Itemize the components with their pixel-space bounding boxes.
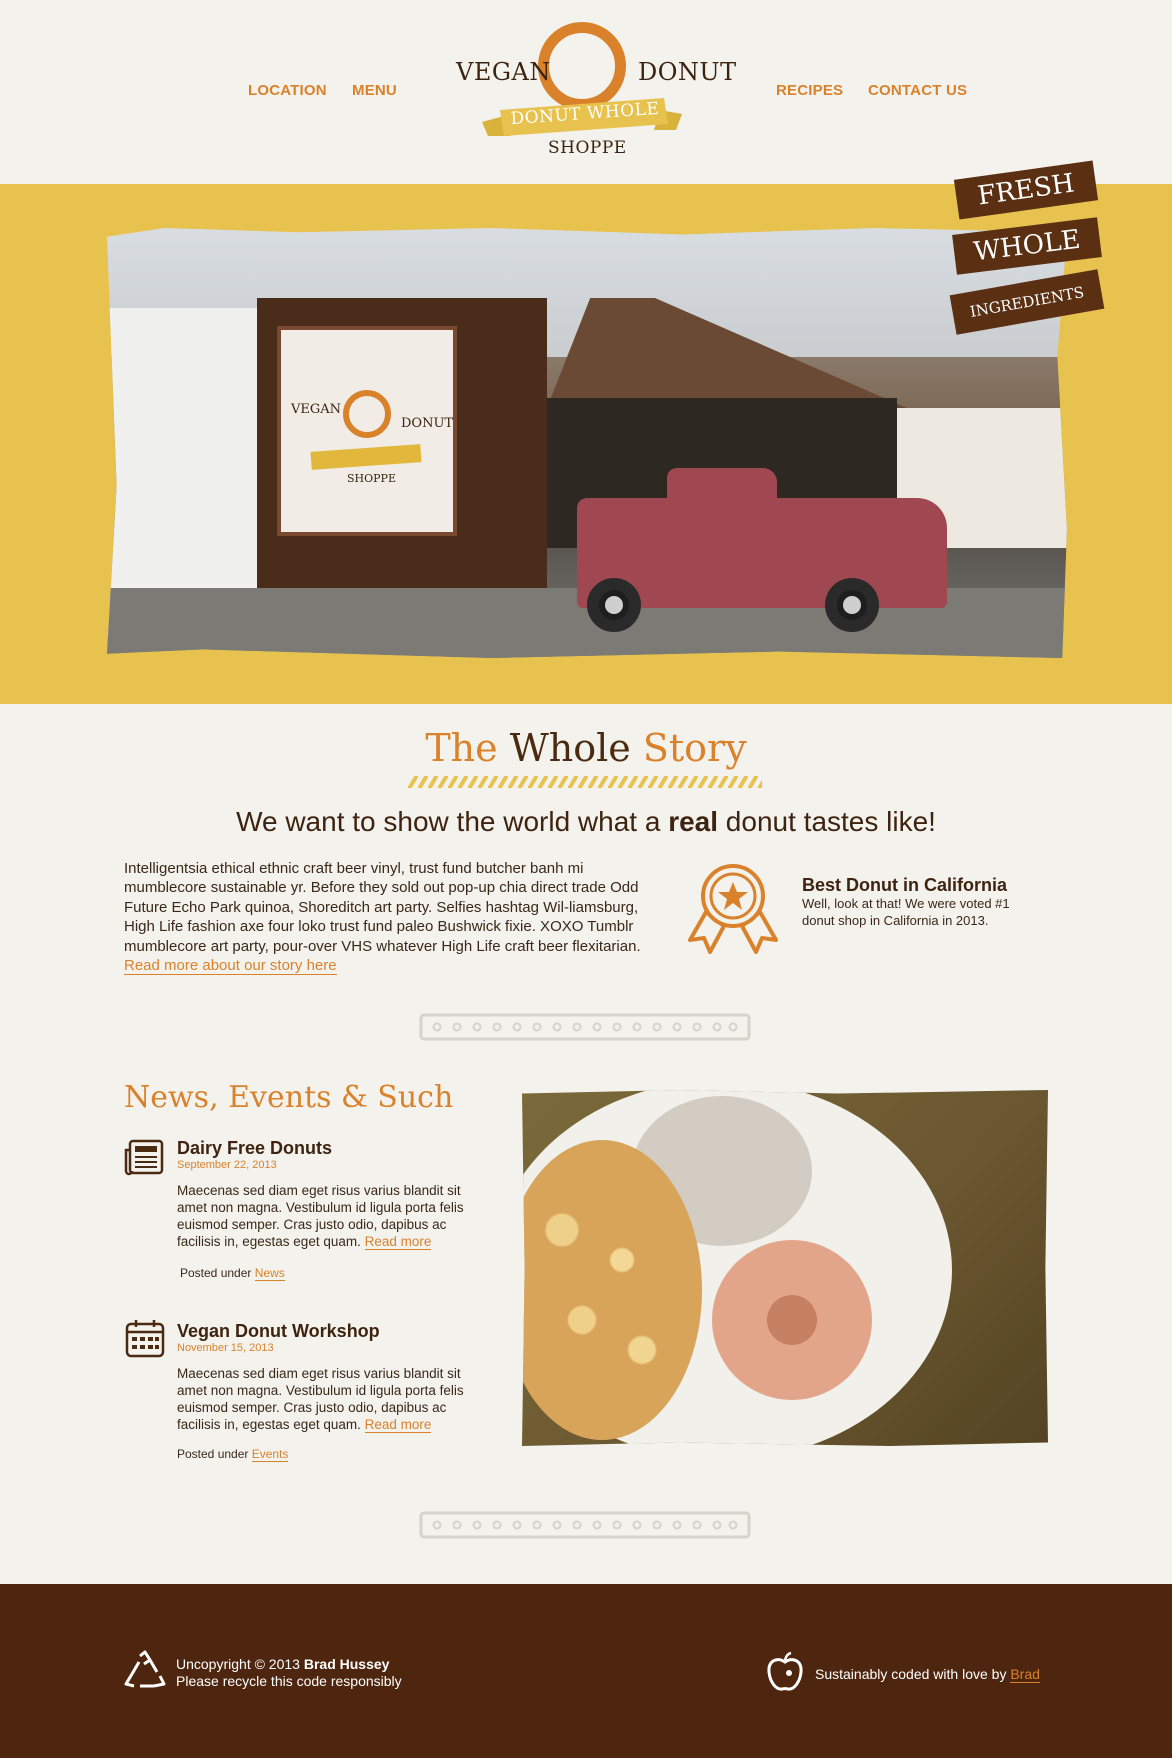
badge-ingredients: INGREDIENTS <box>949 269 1105 335</box>
event-category: Posted under News <box>180 1266 285 1281</box>
zigzag-underline <box>408 776 762 788</box>
section-divider <box>419 1511 751 1539</box>
event-category: Posted under Events <box>177 1447 289 1462</box>
site-footer: Uncopyright © 2013 Brad Hussey Please re… <box>0 1584 1172 1758</box>
donut-photo <box>522 1090 1048 1446</box>
nav-location[interactable]: LOCATION <box>248 82 327 99</box>
event-date: September 22, 2013 <box>177 1159 277 1171</box>
site-logo[interactable]: VEGAN DONUT DONUT WHOLE SHOPPE <box>452 18 736 168</box>
read-more-story-link[interactable]: Read more about our story here <box>124 957 337 976</box>
award-ribbon-icon <box>688 864 778 954</box>
apple-icon <box>767 1651 803 1691</box>
logo-shoppe: SHOPPE <box>548 138 627 158</box>
badge-whole: WHOLE <box>952 217 1102 275</box>
badge-fresh: FRESH <box>953 160 1099 220</box>
event-body: Maecenas sed diam eget risus varius blan… <box>177 1366 464 1433</box>
nav-recipes[interactable]: RECIPES <box>776 82 843 99</box>
hero-banner: VEGAN DONUT SHOPPE FRESH WHOLE INGREDIEN… <box>0 160 1172 704</box>
news-title: News, Events & Such <box>124 1080 454 1115</box>
event-body: Maecenas sed diam eget risus varius blan… <box>177 1183 464 1250</box>
category-link[interactable]: Events <box>251 1447 289 1462</box>
story-body: Intelligentsia ethical ethnic craft beer… <box>124 860 641 976</box>
footer-credit: Sustainably coded with love by Brad <box>815 1666 1040 1683</box>
nav-menu[interactable]: MENU <box>352 82 397 99</box>
read-more-link[interactable]: Read more <box>364 1234 432 1250</box>
logo-vegan: VEGAN <box>456 58 551 86</box>
event-date: November 15, 2013 <box>177 1342 274 1354</box>
award-title: Best Donut in California <box>802 875 1008 895</box>
newspaper-icon <box>124 1139 164 1176</box>
story-subtitle: We want to show the world what a real do… <box>236 806 936 837</box>
calendar-icon <box>125 1320 165 1358</box>
site-header: LOCATION MENU VEGAN DONUT DONUT WHOLE SH… <box>0 0 1172 184</box>
nav-contact-us[interactable]: CONTACT US <box>868 82 967 99</box>
storefront-photo: VEGAN DONUT SHOPPE <box>107 228 1067 658</box>
author-link[interactable]: Brad <box>1010 1666 1040 1683</box>
sign-donut: DONUT <box>401 416 454 431</box>
read-more-link[interactable]: Read more <box>364 1417 432 1433</box>
story-title: The Whole Story <box>425 726 747 770</box>
category-link[interactable]: News <box>254 1266 285 1281</box>
event-title[interactable]: Dairy Free Donuts <box>177 1138 332 1159</box>
recycle-icon <box>124 1650 166 1688</box>
sign-shoppe: SHOPPE <box>347 472 396 485</box>
section-divider <box>419 1013 751 1041</box>
footer-copyright: Uncopyright © 2013 Brad Hussey Please re… <box>176 1656 402 1689</box>
award-text: Well, look at that! We were voted #1 don… <box>802 896 1010 928</box>
sign-vegan: VEGAN <box>291 402 342 417</box>
storefront-sign: VEGAN DONUT SHOPPE <box>277 326 457 536</box>
fresh-badges: FRESH WHOLE INGREDIENTS <box>949 160 1105 352</box>
event-title[interactable]: Vegan Donut Workshop <box>177 1321 380 1342</box>
logo-donut: DONUT <box>638 58 737 86</box>
